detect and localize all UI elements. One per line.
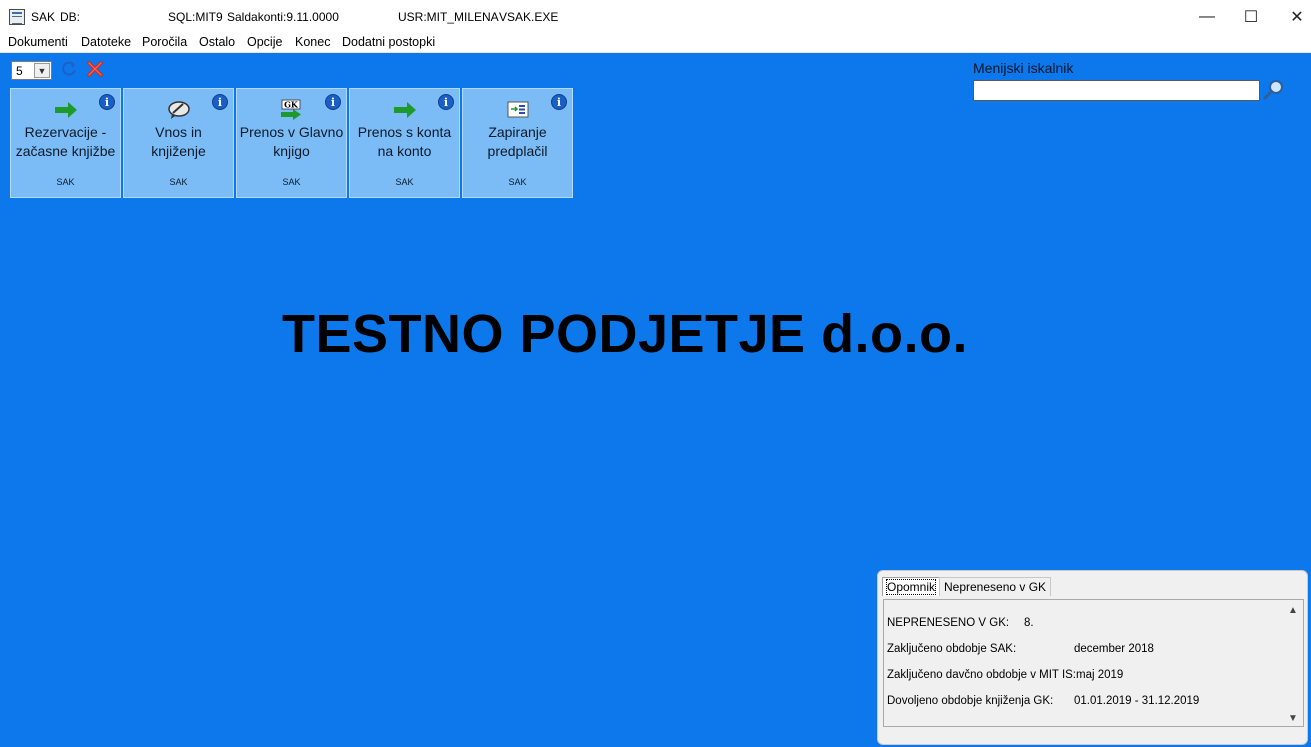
info-icon[interactable]: i — [99, 94, 115, 110]
info-icon[interactable]: i — [325, 94, 341, 110]
row-key: NEPRENESENO V GK: — [887, 617, 1010, 629]
tile-prenos-glavno-knjigo[interactable]: GK i Prenos v Glavno knjigo SAK — [236, 88, 347, 198]
cancel-icon[interactable] — [86, 60, 104, 78]
menu-dodatni-postopki[interactable]: Dodatni postopki — [342, 35, 435, 49]
title-sql: SQL:MIT9 — [168, 10, 223, 24]
info-icon[interactable]: i — [551, 94, 567, 110]
refresh-icon[interactable] — [61, 61, 77, 77]
title-app: SAK — [31, 10, 56, 24]
menu-dokumenti[interactable]: Dokumenti — [8, 35, 68, 49]
menu-konec[interactable]: Konec — [295, 35, 330, 49]
company-name: TESTNO PODJETJE d.o.o. — [281, 304, 969, 364]
green-arrow-icon — [394, 102, 416, 118]
tab-nepreneseno-gk[interactable]: Nepreneseno v GK — [939, 577, 1052, 596]
tile-label: Zapiranje predplačil — [487, 124, 548, 159]
minimize-button[interactable]: — — [1184, 0, 1230, 33]
match-icon — [507, 101, 529, 118]
maximize-button[interactable]: ☐ — [1228, 0, 1274, 33]
row-value: 8. — [1024, 617, 1034, 629]
search-icon[interactable] — [1263, 79, 1285, 101]
scroll-up-icon[interactable]: ▲ — [1287, 604, 1299, 616]
scroll-down-icon[interactable]: ▼ — [1287, 712, 1299, 724]
tile-label: Prenos v Glavno knjigo — [239, 124, 344, 159]
title-user: USR:MIT_MILENA — [398, 10, 499, 24]
tile-tag: SAK — [395, 177, 414, 187]
reminder-list: NEPRENESENO V GK: 8. Zaključeno obdobje … — [883, 599, 1304, 727]
count-select-value: 5 — [16, 64, 23, 78]
chevron-down-icon[interactable]: ▼ — [34, 63, 50, 78]
info-icon[interactable]: i — [438, 94, 454, 110]
tile-tag: SAK — [56, 177, 75, 187]
count-select[interactable]: 5 ▼ — [11, 61, 52, 80]
row-value: maj 2019 — [1076, 669, 1124, 681]
tab-opomnik[interactable]: Opomnik — [882, 577, 941, 596]
tile-prenos-konta[interactable]: i Prenos s konta na konto SAK — [349, 88, 460, 198]
row-value: 01.01.2019 - 31.12.2019 — [1074, 695, 1200, 707]
menu-ostalo[interactable]: Ostalo — [199, 35, 235, 49]
gk-arrow-icon: GK — [281, 100, 301, 120]
close-button[interactable]: ✕ — [1274, 0, 1311, 33]
menu-bar: Dokumenti Datoteke Poročila Ostalo Opcij… — [0, 33, 1311, 53]
green-arrow-icon — [55, 102, 77, 118]
row-key: Zaključeno davčno obdobje v MIT IS: — [887, 669, 1077, 681]
tile-label: Rezervacije - začasne knjižbe — [15, 124, 116, 159]
title-exe: VSAK.EXE — [499, 10, 559, 24]
title-bar: SAK DB: SQL:MIT9 Saldakonti:9.11.0000 US… — [0, 0, 1311, 33]
tile-tag: SAK — [508, 177, 527, 187]
menu-search-input[interactable] — [973, 80, 1260, 101]
row-key: Dovoljeno obdobje knjiženja GK: — [887, 695, 1054, 707]
tile-tag: SAK — [169, 177, 188, 187]
reminder-panel: Opomnik Nepreneseno v GK NEPRENESENO V G… — [877, 570, 1308, 745]
title-saldakonti: Saldakonti:9.11.0000 — [227, 10, 339, 24]
tile-tag: SAK — [282, 177, 301, 187]
main-area: 5 ▼ i Rezervacije -začasne knjižbe SAK — [0, 53, 1311, 747]
svg-text:GK: GK — [284, 100, 299, 110]
tile-label: Vnos in knjiženje — [151, 124, 206, 159]
pen-icon — [168, 101, 190, 119]
info-icon[interactable]: i — [212, 94, 228, 110]
app-icon[interactable] — [9, 9, 25, 25]
menu-porocila[interactable]: Poročila — [142, 35, 187, 49]
tile-label: Prenos s konta na konto — [357, 124, 452, 159]
tile-zapiranje-predplacil[interactable]: i Zapiranje predplačil SAK — [462, 88, 573, 198]
row-key: Zaključeno obdobje SAK: — [887, 643, 1017, 655]
menu-opcije[interactable]: Opcije — [247, 35, 282, 49]
row-value: december 2018 — [1074, 643, 1154, 655]
search-label: Menijski iskalnik — [973, 60, 1074, 76]
tile-rezervacije[interactable]: i Rezervacije - začasne knjižbe SAK — [10, 88, 121, 198]
menu-datoteke[interactable]: Datoteke — [81, 35, 131, 49]
tile-vnos-knjizenje[interactable]: i Vnos in knjiženje SAK — [123, 88, 234, 198]
title-db: DB: — [60, 10, 81, 24]
